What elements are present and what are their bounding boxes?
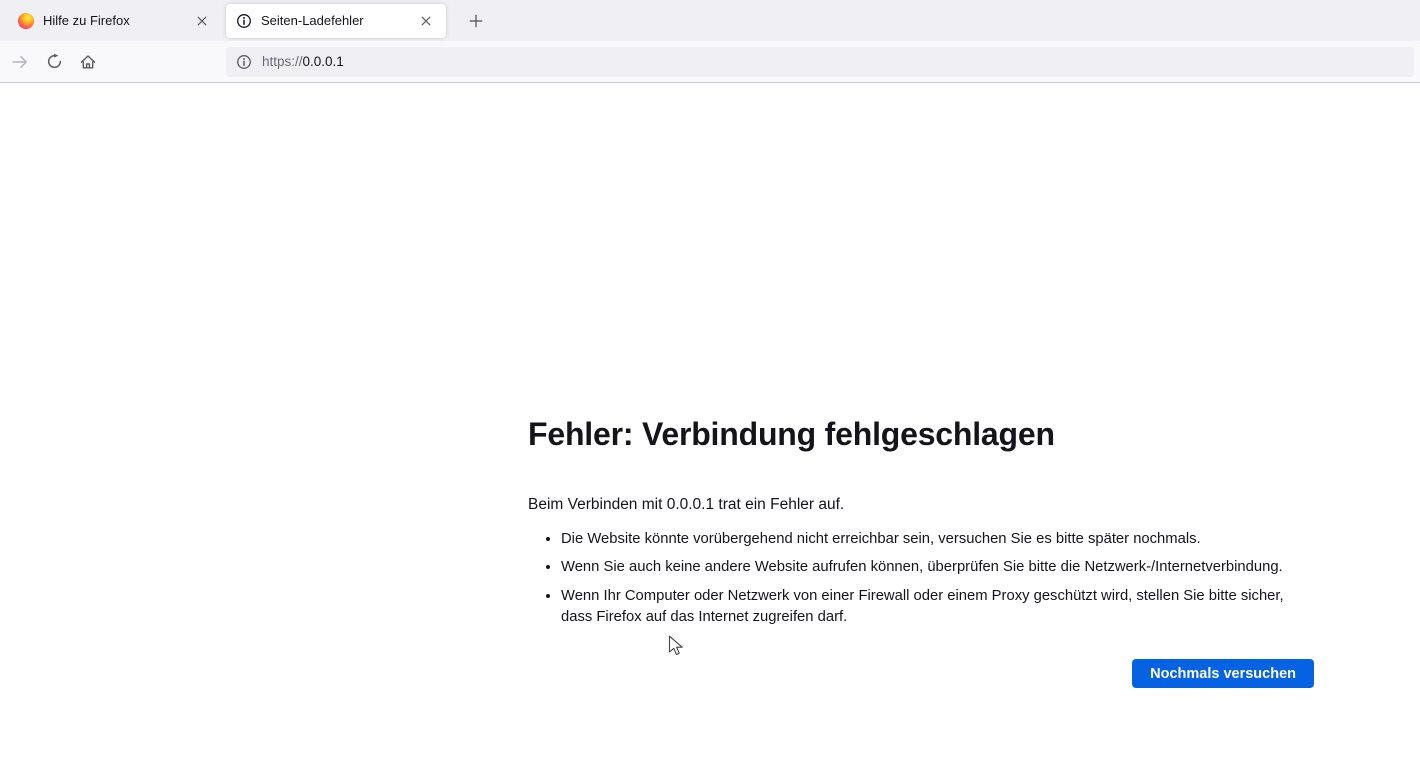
address-bar[interactable]: https://0.0.0.1	[226, 47, 1414, 77]
navigation-toolbar: https://0.0.0.1	[0, 41, 1420, 83]
forward-button[interactable]	[4, 46, 36, 78]
info-icon	[236, 13, 252, 29]
tab-hilfe-zu-firefox[interactable]: Hilfe zu Firefox	[8, 4, 222, 38]
url-host: 0.0.0.1	[303, 54, 344, 69]
home-icon	[79, 53, 97, 71]
button-row: Nochmals versuchen	[528, 659, 1314, 688]
error-page: Fehler: Verbindung fehlgeschlagen Beim V…	[528, 414, 1314, 688]
error-suggestion-list: Die Website könnte vorübergehend nicht e…	[528, 529, 1314, 629]
new-tab-button[interactable]	[464, 9, 488, 33]
url-text: https://0.0.0.1	[262, 54, 344, 69]
error-description: Beim Verbinden mit 0.0.0.1 trat ein Fehl…	[528, 496, 1314, 514]
reload-icon	[46, 53, 63, 70]
home-button[interactable]	[72, 46, 104, 78]
tab-label: Seiten-Ladefehler	[261, 13, 414, 28]
firefox-logo-icon	[18, 13, 34, 29]
forward-arrow-icon	[11, 53, 29, 71]
list-item: Die Website könnte vorübergehend nicht e…	[561, 529, 1314, 550]
close-tab-icon[interactable]	[414, 9, 438, 33]
tab-bar: Hilfe zu Firefox Seiten-Ladefehler	[0, 0, 1420, 41]
plus-icon	[468, 13, 484, 29]
list-item: Wenn Sie auch keine andere Website aufru…	[561, 557, 1314, 578]
list-item: Wenn Ihr Computer oder Netzwerk von eine…	[561, 586, 1314, 629]
url-scheme: https://	[262, 54, 303, 69]
close-tab-icon[interactable]	[190, 9, 214, 33]
tab-seiten-ladefehler[interactable]: Seiten-Ladefehler	[226, 4, 446, 38]
retry-button[interactable]: Nochmals versuchen	[1132, 659, 1314, 688]
site-info-icon[interactable]	[236, 54, 252, 70]
error-title: Fehler: Verbindung fehlgeschlagen	[528, 414, 1314, 456]
reload-button[interactable]	[38, 46, 70, 78]
tab-label: Hilfe zu Firefox	[43, 13, 190, 28]
